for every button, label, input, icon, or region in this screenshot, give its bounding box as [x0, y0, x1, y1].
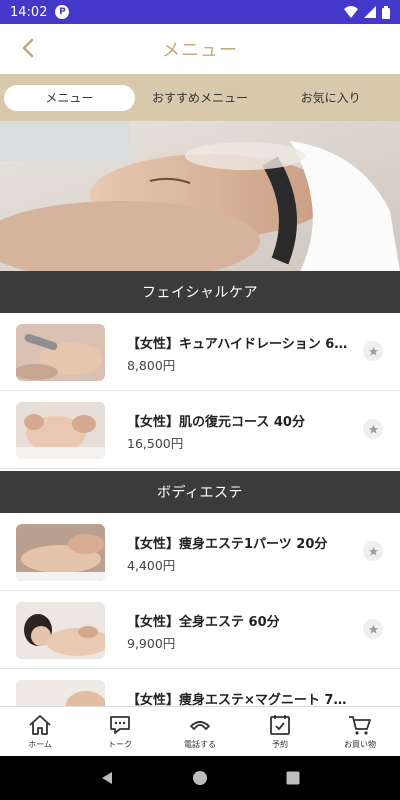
item-price: 9,900円: [127, 636, 176, 651]
item-title: 【女性】痩身エステ1パーツ 20分: [127, 537, 328, 552]
section-header-facial: フェイシャルケア: [0, 271, 400, 313]
phone-icon: [190, 720, 210, 730]
nav-shop[interactable]: お買い物: [320, 707, 400, 756]
star-icon: [368, 546, 378, 556]
item-price: 4,400円: [127, 558, 176, 573]
nav-reserve[interactable]: 予約: [240, 707, 320, 756]
star-icon: [368, 624, 378, 634]
calendar-icon: [270, 714, 290, 735]
item-price: 8,800円: [127, 358, 176, 373]
page-title: メニュー: [162, 40, 238, 61]
nav-call[interactable]: 電話する: [160, 707, 240, 756]
item-title: 【女性】肌の復元コース 40分: [127, 415, 305, 430]
favorite-button[interactable]: [363, 541, 383, 561]
recents-square-icon[interactable]: [285, 770, 301, 786]
list-item[interactable]: 【女性】肌の復元コース 40分 16,500円: [0, 391, 400, 469]
bottom-nav: ホーム トーク 電話する 予約 お買い物: [0, 706, 400, 756]
item-thumbnail: [16, 324, 105, 381]
home-circle-icon[interactable]: [192, 770, 208, 786]
nav-home-label: ホーム: [28, 739, 52, 749]
favorite-button[interactable]: [363, 341, 383, 361]
nav-reserve-label: 予約: [272, 739, 288, 749]
item-thumbnail: [16, 402, 105, 459]
favorite-button[interactable]: [363, 619, 383, 639]
nav-shop-label: お買い物: [344, 739, 376, 749]
star-icon: [368, 424, 378, 434]
chevron-left-icon: [22, 38, 34, 58]
status-time: 14:02: [10, 4, 48, 20]
back-button[interactable]: [14, 34, 42, 62]
nav-talk[interactable]: トーク: [80, 707, 160, 756]
nav-call-label: 電話する: [184, 739, 216, 749]
battery-icon: [382, 5, 390, 19]
signal-icon: [364, 6, 376, 18]
list-item[interactable]: 【女性】痩身エステ1パーツ 20分 4,400円: [0, 513, 400, 591]
item-title: 【女性】全身エステ 60分: [127, 615, 280, 630]
tab-favorites[interactable]: お気に入り: [265, 85, 396, 111]
cart-icon: [349, 715, 371, 735]
home-icon: [29, 714, 51, 735]
menu-tabs: メニュー おすすめメニュー お気に入り: [0, 74, 400, 121]
nav-home[interactable]: ホーム: [0, 707, 80, 756]
section-header-body: ボディエステ: [0, 471, 400, 513]
system-nav-bar: [0, 756, 400, 800]
favorite-button[interactable]: [363, 419, 383, 439]
list-item[interactable]: 【女性】全身エステ 60分 9,900円: [0, 591, 400, 669]
tab-recommended[interactable]: おすすめメニュー: [135, 85, 266, 111]
app-header: メニュー: [0, 24, 400, 74]
star-icon: [368, 346, 378, 356]
list-item[interactable]: 【女性】キュアハイドレーション 6… 8,800円: [0, 313, 400, 391]
wifi-icon: [344, 6, 358, 18]
app-notification-icon: P: [55, 5, 70, 19]
item-thumbnail: [16, 602, 105, 659]
nav-talk-label: トーク: [108, 739, 132, 749]
status-icons: [344, 5, 390, 19]
chat-icon: [110, 715, 130, 734]
item-title: 【女性】キュアハイドレーション 6…: [127, 337, 348, 352]
hero-image: [0, 121, 400, 271]
item-thumbnail: [16, 524, 105, 581]
tab-menu[interactable]: メニュー: [4, 84, 135, 111]
back-triangle-icon[interactable]: [99, 770, 115, 786]
status-bar: 14:02 P: [0, 0, 400, 24]
item-price: 16,500円: [127, 436, 184, 451]
